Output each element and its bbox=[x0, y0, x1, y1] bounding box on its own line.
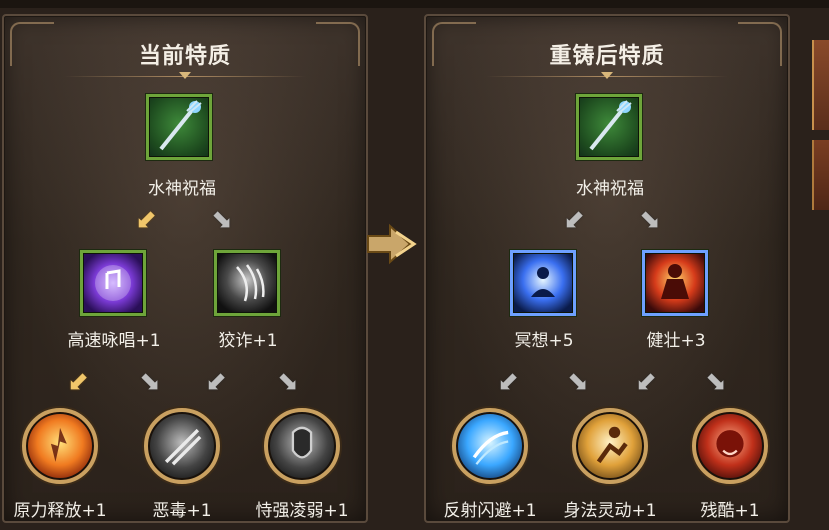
path-arrow-inactive: ⬊ bbox=[139, 367, 161, 397]
trait-label: 身法灵动+1 bbox=[563, 501, 657, 521]
trait-label: 健壮+3 bbox=[646, 331, 706, 351]
shadow-claw-icon[interactable] bbox=[214, 250, 280, 316]
path-arrow-inactive: ⬊ bbox=[705, 367, 727, 397]
panel-title: 当前特质 bbox=[138, 44, 231, 69]
path-arrow-inactive: ⬊ bbox=[639, 205, 661, 235]
current-traits-panel: 当前特质 水神祝福 ⬋ ⬊ 高速咏唱+1 狡诈+1 ⬋ ⬊ ⬋ ⬊ 原力释放+1 bbox=[2, 14, 368, 523]
path-arrow-inactive: ⬋ bbox=[563, 205, 585, 235]
title-pip-icon bbox=[179, 72, 191, 79]
side-tab-decoration bbox=[812, 40, 829, 130]
agile-movement-icon[interactable] bbox=[572, 408, 648, 484]
strong-body-icon[interactable] bbox=[642, 250, 708, 316]
trait-label: 恃强凌弱+1 bbox=[255, 501, 349, 521]
panel-title: 重铸后特质 bbox=[549, 44, 665, 69]
path-arrow-inactive: ⬊ bbox=[567, 367, 589, 397]
reflex-dodge-icon[interactable] bbox=[452, 408, 528, 484]
trait-label: 残酷+1 bbox=[700, 501, 760, 521]
reforged-traits-panel: 重铸后特质 水神祝福 ⬋ ⬊ 冥想+5 健壮+3 ⬋ ⬊ ⬋ ⬊ 反射闪避+1 … bbox=[424, 14, 790, 523]
armored-knight-icon[interactable] bbox=[264, 408, 340, 484]
root-trait-label: 水神祝福 bbox=[576, 179, 644, 199]
root-trait-label: 水神祝福 bbox=[148, 179, 216, 199]
trait-label: 恶毒+1 bbox=[152, 501, 212, 521]
top-strip bbox=[0, 0, 829, 8]
trait-label: 原力释放+1 bbox=[13, 501, 107, 521]
path-arrow-active: ⬋ bbox=[135, 205, 157, 235]
path-arrow-inactive: ⬊ bbox=[211, 205, 233, 235]
title-pip-icon bbox=[601, 72, 613, 79]
trait-label: 反射闪避+1 bbox=[443, 501, 537, 521]
brutal-rage-icon[interactable] bbox=[692, 408, 768, 484]
meditation-icon[interactable] bbox=[510, 250, 576, 316]
path-arrow-inactive: ⬋ bbox=[635, 367, 657, 397]
trait-label: 冥想+5 bbox=[514, 331, 574, 351]
trident-staff-icon[interactable] bbox=[576, 94, 642, 160]
dark-slash-icon[interactable] bbox=[144, 408, 220, 484]
transform-arrow-icon bbox=[366, 222, 422, 266]
trait-label: 狡诈+1 bbox=[218, 331, 278, 351]
path-arrow-inactive: ⬋ bbox=[205, 367, 227, 397]
trident-staff-icon[interactable] bbox=[146, 94, 212, 160]
arcane-orb-icon[interactable] bbox=[80, 250, 146, 316]
path-arrow-active: ⬋ bbox=[67, 367, 89, 397]
path-arrow-inactive: ⬊ bbox=[277, 367, 299, 397]
trait-label: 高速咏唱+1 bbox=[67, 331, 161, 351]
side-tab-decoration bbox=[812, 140, 829, 210]
force-burst-icon[interactable] bbox=[22, 408, 98, 484]
path-arrow-inactive: ⬋ bbox=[497, 367, 519, 397]
